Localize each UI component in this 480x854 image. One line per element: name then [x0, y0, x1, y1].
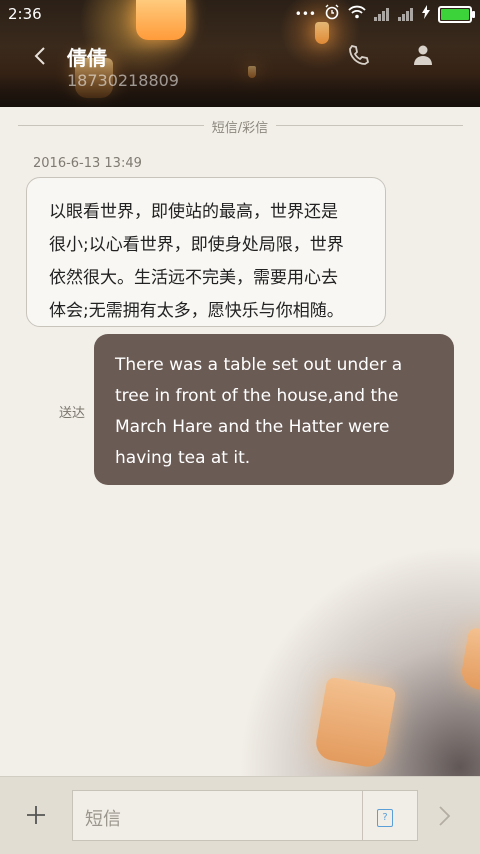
status-bar: 2:36 ••• [0, 0, 480, 28]
alarm-icon [324, 4, 340, 24]
message-line: 以眼看世界，即使站的最高，世界还是 [49, 202, 338, 222]
message-line: March Hare and the Hatter were [115, 417, 390, 437]
status-time: 2:36 [8, 5, 42, 23]
signal-icon [374, 7, 390, 21]
incoming-message-bubble[interactable]: 以眼看世界，即使站的最高，世界还是 很小;以心看世界，即使身处局限，世界 依然很… [26, 177, 386, 327]
delivery-status: 送达 [59, 406, 86, 421]
message-type-divider: 短信/彩信 [0, 117, 480, 136]
message-line: having tea at it. [115, 448, 251, 468]
chevron-right-icon [439, 806, 451, 826]
lantern-decoration [313, 676, 397, 770]
battery-icon [438, 5, 475, 23]
signal-icon [398, 7, 414, 21]
call-button[interactable] [347, 43, 371, 67]
divider-label: 短信/彩信 [203, 121, 277, 136]
message-line: 依然很大。生活远不完美，需要用心去 [49, 268, 338, 288]
plus-icon [27, 806, 45, 824]
compose-bar: 短信 ? [0, 776, 480, 854]
message-line: tree in front of the house,and the [115, 386, 399, 406]
outgoing-message-bubble[interactable]: There was a table set out under a tree i… [94, 334, 454, 485]
notification-dots: ••• [294, 7, 316, 21]
input-separator [362, 791, 363, 840]
message-thread[interactable]: 短信/彩信 2016-6-13 13:49 以眼看世界，即使站的最高，世界还是 … [0, 107, 480, 777]
message-line: 体会;无需拥有太多，愿快乐与你相随。 [49, 301, 344, 321]
person-icon [414, 45, 432, 65]
attach-button[interactable] [24, 803, 48, 827]
contact-number: 18730218809 [67, 71, 179, 90]
charging-icon [422, 5, 430, 23]
conversation-header: 2:36 ••• 倩倩 18730218809 [0, 0, 480, 107]
back-button[interactable] [30, 42, 52, 70]
sim-select-button[interactable]: ? [377, 809, 393, 827]
chevron-left-icon [34, 47, 45, 65]
send-button[interactable] [435, 804, 453, 828]
contact-info-button[interactable] [411, 43, 435, 67]
message-input[interactable]: 短信 ? [72, 790, 418, 841]
message-timestamp: 2016-6-13 13:49 [33, 156, 142, 171]
phone-icon [349, 44, 370, 65]
status-icons: ••• [294, 4, 475, 24]
contact-name: 倩倩 [67, 46, 107, 70]
input-placeholder: 短信 [85, 809, 121, 830]
wifi-icon [348, 5, 366, 23]
message-line: There was a table set out under a [115, 355, 403, 375]
message-line: 很小;以心看世界，即使身处局限，世界 [49, 235, 344, 255]
